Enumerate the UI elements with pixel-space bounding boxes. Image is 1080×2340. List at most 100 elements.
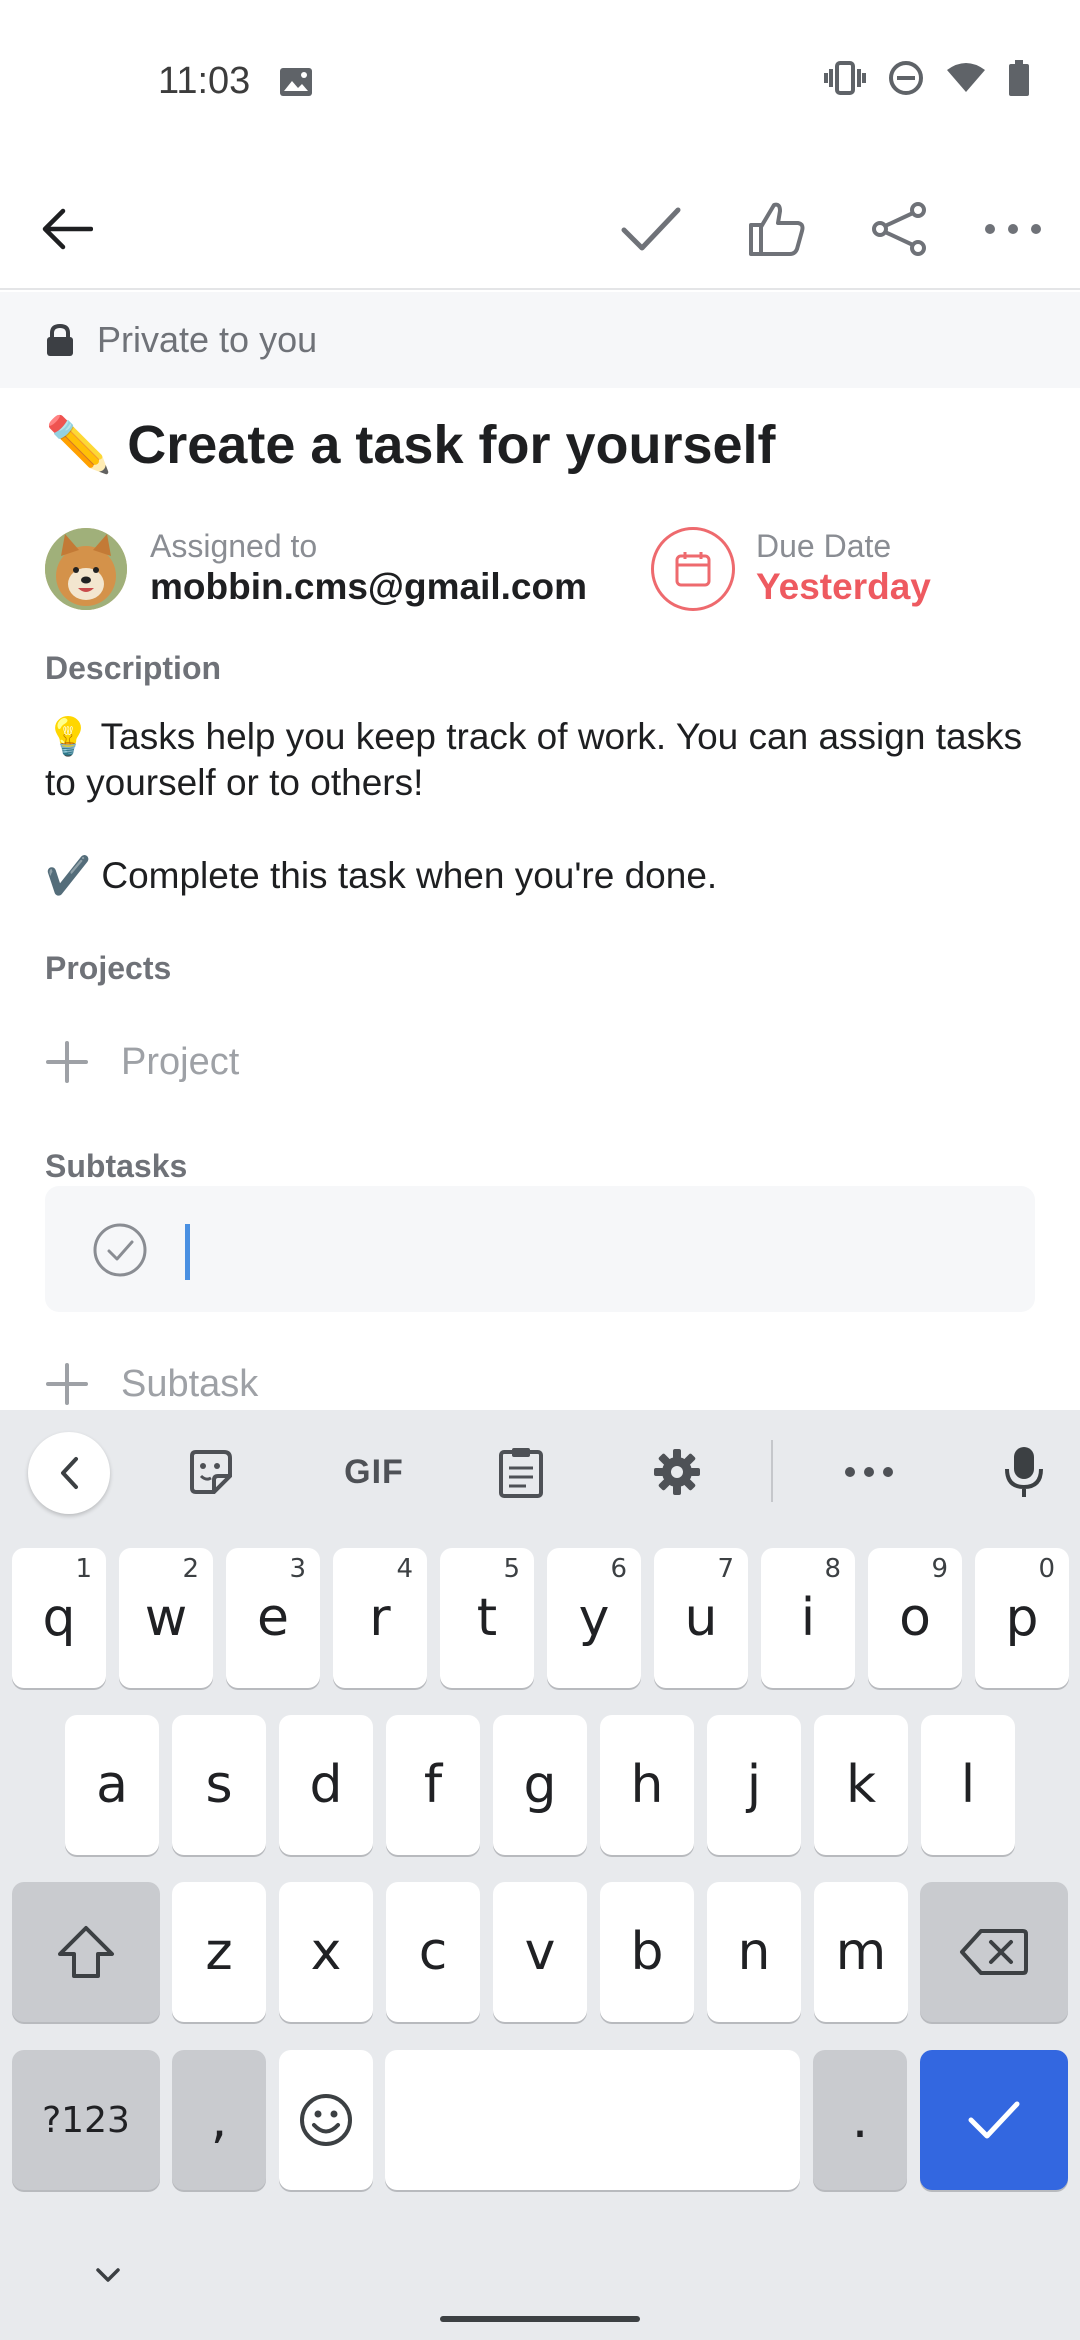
description-label: Description: [45, 650, 222, 686]
key-x[interactable]: x: [279, 1882, 373, 2022]
key-s[interactable]: s: [172, 1715, 266, 1855]
key-r-label: r: [369, 1588, 391, 1648]
key-e[interactable]: e3: [226, 1548, 320, 1688]
due-date-value[interactable]: Yesterday: [756, 566, 931, 608]
mark-complete-button[interactable]: [604, 182, 698, 276]
key-k-label: k: [845, 1755, 877, 1815]
comma-key-label: ,: [210, 2090, 228, 2150]
due-date-label: Due Date: [756, 528, 892, 564]
sticker-button[interactable]: [170, 1432, 250, 1512]
share-button[interactable]: [852, 182, 946, 276]
like-button[interactable]: [730, 182, 824, 276]
subtask-input[interactable]: [185, 1218, 985, 1280]
key-o[interactable]: o9: [868, 1548, 962, 1688]
gear-icon: [654, 1449, 700, 1495]
space-key[interactable]: [385, 2050, 800, 2190]
key-l[interactable]: l: [921, 1715, 1015, 1855]
back-button[interactable]: [20, 182, 114, 276]
home-indicator[interactable]: [440, 2316, 640, 2322]
projects-label: Projects: [45, 950, 172, 986]
back-arrow-icon: [42, 208, 93, 250]
enter-key[interactable]: [920, 2050, 1068, 2190]
add-subtask-label: Subtask: [121, 1362, 259, 1405]
status-time: 11:03: [158, 60, 251, 102]
backspace-key[interactable]: [920, 1882, 1068, 2022]
key-m-label: m: [835, 1922, 887, 1982]
add-subtask-button[interactable]: Subtask: [45, 1354, 258, 1414]
description-text-1[interactable]: 💡 Tasks help you keep track of work. You…: [45, 714, 1045, 806]
symbols-key[interactable]: ?123: [12, 2050, 160, 2190]
key-z[interactable]: z: [172, 1882, 266, 2022]
task-title[interactable]: ✏️ Create a task for yourself: [45, 414, 776, 477]
plus-icon: [46, 1363, 88, 1405]
battery-icon: [1009, 60, 1029, 96]
key-w[interactable]: w2: [119, 1548, 213, 1688]
subtask-check-icon[interactable]: [92, 1222, 148, 1278]
app-bar: [0, 168, 1080, 290]
key-i-hint: 8: [824, 1554, 841, 1584]
key-k[interactable]: k: [814, 1715, 908, 1855]
key-i[interactable]: i8: [761, 1548, 855, 1688]
key-y-label: y: [578, 1588, 610, 1648]
key-t[interactable]: t5: [440, 1548, 534, 1688]
key-h[interactable]: h: [600, 1715, 694, 1855]
key-j-label: j: [746, 1755, 762, 1815]
key-p-hint: 0: [1038, 1554, 1055, 1584]
status-bar: 11:03: [0, 0, 1080, 168]
key-b[interactable]: b: [600, 1882, 694, 2022]
more-icon: [845, 1467, 893, 1477]
voice-input-button[interactable]: [984, 1432, 1064, 1512]
key-d-label: d: [309, 1755, 343, 1815]
gif-label: GIF: [344, 1452, 404, 1491]
privacy-banner: Private to you: [0, 292, 1080, 388]
key-d[interactable]: d: [279, 1715, 373, 1855]
key-y[interactable]: y6: [547, 1548, 641, 1688]
gif-button[interactable]: GIF: [324, 1432, 424, 1512]
key-u-hint: 7: [717, 1554, 734, 1584]
emoji-key[interactable]: [279, 2050, 373, 2190]
key-q-hint: 1: [75, 1554, 92, 1584]
key-y-hint: 6: [610, 1554, 627, 1584]
status-icons: [824, 60, 1030, 96]
keyboard-more-button[interactable]: [829, 1432, 909, 1512]
assignee-email[interactable]: mobbin.cms@gmail.com: [150, 566, 587, 608]
subtask-row: [45, 1186, 1035, 1312]
keyboard-settings-button[interactable]: [637, 1432, 717, 1512]
keyboard-collapse-toolbar-button[interactable]: [28, 1432, 110, 1514]
key-a[interactable]: a: [65, 1715, 159, 1855]
key-r[interactable]: r4: [333, 1548, 427, 1688]
title-emoji: ✏️: [45, 415, 113, 475]
add-project-label: Project: [121, 1040, 240, 1083]
key-l-label: l: [960, 1755, 976, 1815]
sticker-icon: [190, 1450, 232, 1494]
key-n[interactable]: n: [707, 1882, 801, 2022]
shiba-avatar-image: [45, 528, 127, 610]
key-c[interactable]: c: [386, 1882, 480, 2022]
key-p[interactable]: p0: [975, 1548, 1069, 1688]
key-v[interactable]: v: [493, 1882, 587, 2022]
key-t-hint: 5: [503, 1554, 520, 1584]
clipboard-button[interactable]: [481, 1432, 561, 1512]
key-e-label: e: [257, 1588, 289, 1648]
period-key[interactable]: .: [813, 2050, 907, 2190]
vibrate-icon: [824, 61, 866, 95]
key-m[interactable]: m: [814, 1882, 908, 2022]
backspace-icon: [960, 1929, 1028, 1975]
avatar[interactable]: [45, 528, 127, 610]
plus-icon: [46, 1041, 88, 1083]
key-o-hint: 9: [931, 1554, 948, 1584]
hide-keyboard-chevron-icon[interactable]: [88, 2260, 128, 2290]
add-project-button[interactable]: Project: [45, 1032, 239, 1092]
key-u[interactable]: u7: [654, 1548, 748, 1688]
more-options-button[interactable]: [966, 182, 1060, 276]
key-j[interactable]: j: [707, 1715, 801, 1855]
key-f[interactable]: f: [386, 1715, 480, 1855]
title-text: Create a task for yourself: [127, 415, 776, 475]
key-g[interactable]: g: [493, 1715, 587, 1855]
comma-key[interactable]: ,: [172, 2050, 266, 2190]
due-date-button[interactable]: [651, 527, 735, 611]
description-text-2[interactable]: ✔️ Complete this task when you're done.: [45, 853, 1045, 899]
key-q[interactable]: q1: [12, 1548, 106, 1688]
shift-key[interactable]: [12, 1882, 160, 2022]
subtasks-label: Subtasks: [45, 1148, 188, 1184]
